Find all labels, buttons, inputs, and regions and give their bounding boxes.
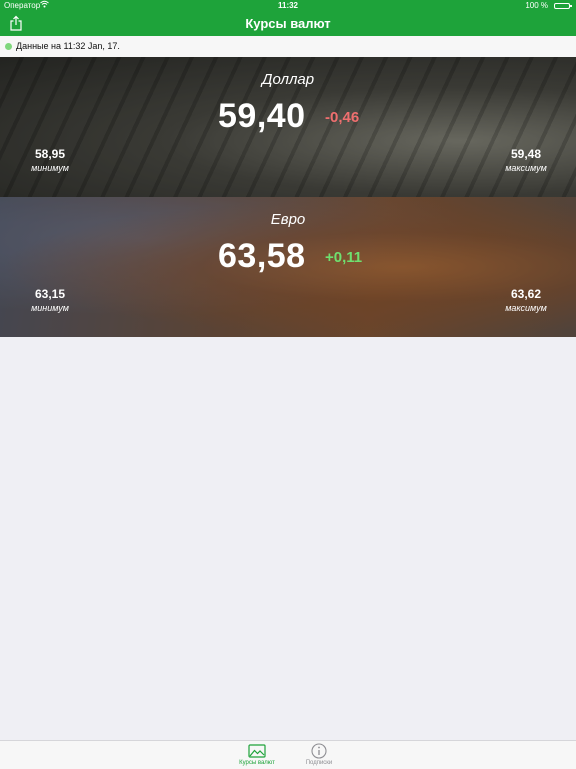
- update-time-text: Данные на 11:32 Jan, 17.: [16, 41, 120, 51]
- currency-change: -0,46: [325, 109, 360, 126]
- rate-card-usd[interactable]: Доллар 59,40 -0,46 58,95 минимум 59,48 м…: [0, 57, 576, 197]
- max-label: максимум: [505, 303, 547, 313]
- tab-label: Курсы валют: [239, 760, 275, 766]
- battery-percent: 100 %: [525, 1, 548, 10]
- page-title: Курсы валют: [245, 16, 331, 31]
- rate-card-eur[interactable]: Евро 63,58 +0,11 63,15 минимум 63,62 мак…: [0, 197, 576, 337]
- currency-change: +0,11: [325, 249, 363, 266]
- chart-image-icon: [248, 743, 266, 759]
- status-bar: Оператор 11:32 100 %: [0, 0, 576, 12]
- tab-label: Подписки: [305, 760, 333, 766]
- min-value: 63,15: [34, 287, 66, 301]
- navigation-bar: Курсы валют: [0, 12, 576, 36]
- tab-bar: Курсы валют Подписки: [0, 740, 576, 769]
- clock: 11:32: [277, 1, 299, 10]
- min-label: минимум: [31, 163, 69, 173]
- info-icon: [310, 743, 328, 759]
- max-value: 63,62: [510, 287, 542, 301]
- currency-rate: 63,58: [218, 237, 306, 275]
- tab-subscriptions[interactable]: Подписки: [294, 741, 344, 769]
- max-label: максимум: [505, 163, 547, 173]
- max-value: 59,48: [510, 147, 542, 161]
- currency-name: Доллар: [261, 71, 315, 88]
- tab-rates[interactable]: Курсы валют: [232, 741, 282, 769]
- min-label: минимум: [31, 303, 69, 313]
- min-value: 58,95: [34, 147, 66, 161]
- currency-name: Евро: [270, 211, 306, 228]
- update-status-bar: Данные на 11:32 Jan, 17.: [0, 36, 576, 58]
- battery-icon: [554, 3, 572, 9]
- status-dot-icon: [5, 43, 12, 50]
- currency-rate: 59,40: [218, 97, 306, 135]
